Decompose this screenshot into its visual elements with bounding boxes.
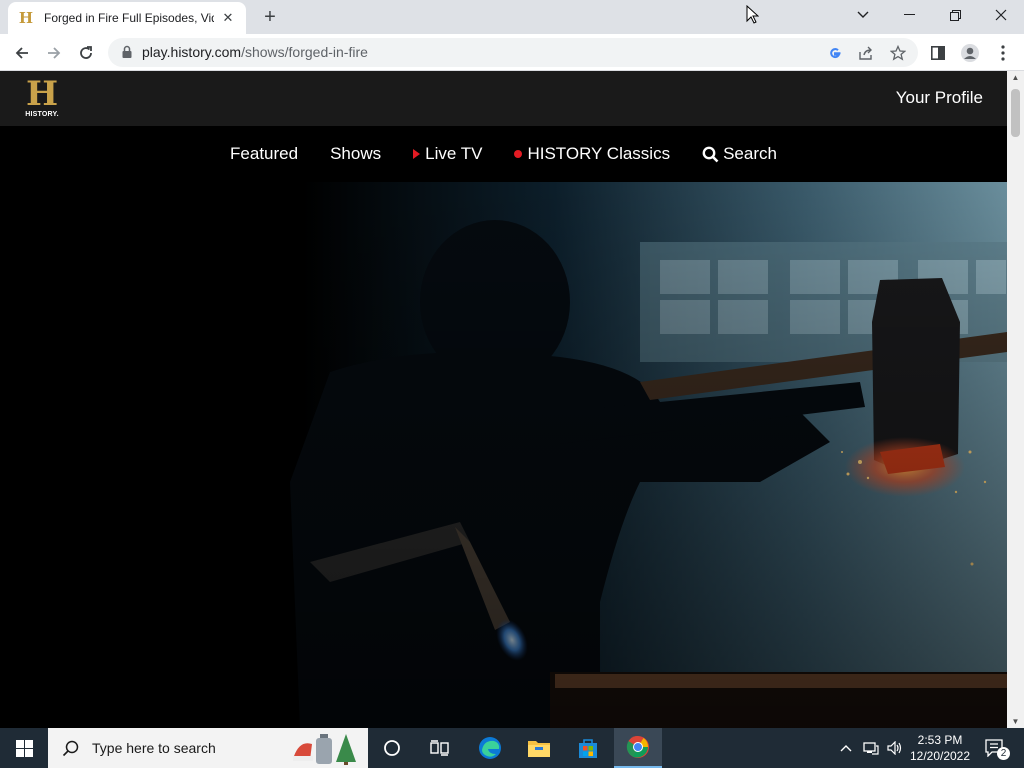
edge-browser-icon[interactable] [466,728,514,768]
network-icon[interactable] [860,728,882,768]
browser-tab[interactable]: H Forged in Fire Full Episodes, Vide ✕ [8,2,246,34]
taskbar-clock[interactable]: 2:53 PM 12/20/2022 [904,732,976,764]
task-view-icon[interactable] [416,728,464,768]
windows-taskbar: Type here to search 2:53 PM 12/20/2022 2 [0,728,1024,768]
mouse-cursor-icon [746,5,759,24]
windows-logo-icon [15,739,33,757]
blacksmith-hero-illustration [0,182,1007,728]
holiday-search-highlight-icon [293,734,356,765]
side-panel-icon[interactable] [924,39,952,67]
nav-featured[interactable]: Featured [230,144,298,164]
web-page: H HISTORY. Your Profile Featured Shows L… [0,71,1007,728]
tab-search-chevron-icon[interactable] [840,0,886,30]
volume-icon[interactable] [884,728,906,768]
url-text[interactable]: play.history.com/shows/forged-in-fire [142,44,368,60]
nav-shows[interactable]: Shows [330,144,381,164]
search-icon [62,740,79,757]
hero-image[interactable] [0,182,1007,728]
forward-button[interactable] [40,39,68,67]
history-favicon-icon: H [18,9,34,27]
notification-count-badge: 2 [997,747,1010,760]
scroll-down-arrow-icon[interactable]: ▼ [1011,717,1020,726]
back-button[interactable] [8,39,36,67]
live-dot-icon [514,150,523,158]
google-translate-icon[interactable] [826,44,844,62]
cortana-icon[interactable] [368,728,416,768]
scrollbar-thumb[interactable] [1011,89,1020,137]
notification-center-icon[interactable]: 2 [980,728,1010,768]
profile-avatar-icon[interactable] [956,39,984,67]
close-window-button[interactable] [978,0,1024,30]
reload-button[interactable] [72,39,100,67]
tab-close-icon[interactable]: ✕ [220,10,236,26]
live-play-icon [413,149,421,159]
chrome-menu-icon[interactable] [989,39,1017,67]
search-icon [702,146,719,162]
file-explorer-icon[interactable] [515,728,563,768]
chrome-taskbar-icon[interactable] [614,728,662,768]
lock-icon[interactable] [120,45,134,59]
browser-tab-strip: H Forged in Fire Full Episodes, Vide ✕ + [0,0,1024,34]
address-bar[interactable]: play.history.com/shows/forged-in-fire [108,38,918,67]
scroll-up-arrow-icon[interactable]: ▲ [1011,73,1020,82]
history-logo[interactable]: H HISTORY. [22,77,62,121]
new-tab-button[interactable]: + [258,6,282,28]
main-nav: Featured Shows Live TV HISTORY Classics … [0,126,1007,182]
tab-title: Forged in Fire Full Episodes, Vide [44,11,214,25]
restore-button[interactable] [932,0,978,30]
nav-history-classics[interactable]: HISTORY Classics [514,144,670,164]
your-profile-link[interactable]: Your Profile [896,88,983,108]
bookmark-star-icon[interactable] [889,44,907,62]
nav-live-tv[interactable]: Live TV [413,144,482,164]
nav-search[interactable]: Search [702,144,777,164]
site-header: H HISTORY. Your Profile [0,71,1007,126]
minimize-button[interactable] [886,0,932,30]
share-icon[interactable] [857,44,875,62]
browser-toolbar: play.history.com/shows/forged-in-fire [0,34,1024,71]
page-scrollbar[interactable]: ▲ ▼ [1007,71,1024,728]
windows-start-button[interactable] [0,728,48,768]
microsoft-store-icon[interactable] [564,728,612,768]
taskbar-search-box[interactable]: Type here to search [48,728,368,768]
show-hidden-icons-chevron-icon[interactable] [836,728,856,768]
